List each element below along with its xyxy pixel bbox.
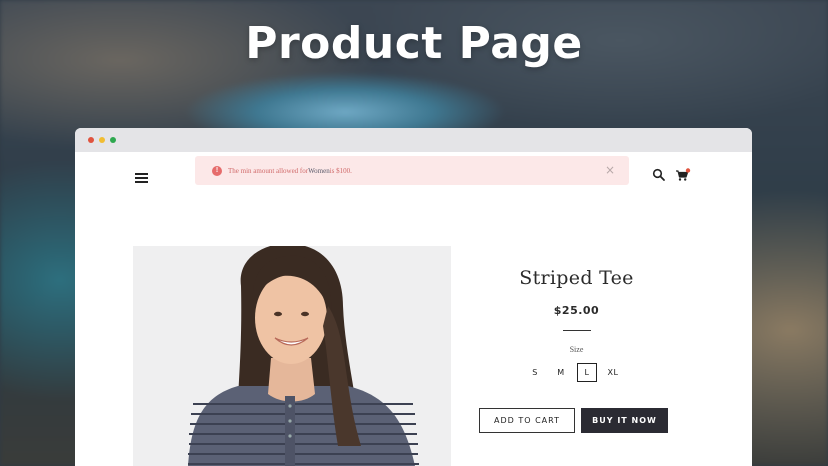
size-option-l[interactable]: L (577, 363, 597, 382)
browser-window: ! The min amount allowed for Women is $1… (75, 128, 752, 466)
close-icon[interactable]: × (605, 163, 615, 177)
model-photo (188, 246, 419, 466)
minimize-window-dot[interactable] (99, 137, 105, 143)
close-window-dot[interactable] (88, 137, 94, 143)
search-icon[interactable] (652, 168, 666, 182)
hero-title: Product Page (245, 18, 583, 69)
size-option-xl[interactable]: XL (603, 363, 623, 382)
alert-icon: ! (212, 165, 222, 176)
price-divider (563, 330, 591, 331)
cart-icon[interactable] (675, 168, 691, 182)
min-amount-alert: ! The min amount allowed for Women is $1… (195, 156, 629, 185)
size-label: Size (569, 345, 584, 354)
hamburger-icon[interactable] (135, 173, 148, 183)
product-price: $25.00 (553, 304, 600, 317)
product-title: Striped Tee (519, 267, 634, 289)
browser-titlebar (75, 128, 752, 152)
size-selector: S M L XL (525, 363, 623, 382)
maximize-window-dot[interactable] (110, 137, 116, 143)
size-option-s[interactable]: S (525, 363, 545, 382)
size-option-m[interactable]: M (551, 363, 571, 382)
cart-badge (685, 168, 691, 173)
buy-it-now-button[interactable]: BUY IT NOW (581, 408, 668, 433)
alert-text-before: The min amount allowed for (228, 166, 309, 175)
alert-text-after: is $100. (329, 166, 352, 175)
alert-collection-link[interactable]: Women (308, 167, 330, 175)
product-image[interactable] (133, 246, 451, 466)
add-to-cart-button[interactable]: ADD TO CART (479, 408, 575, 433)
